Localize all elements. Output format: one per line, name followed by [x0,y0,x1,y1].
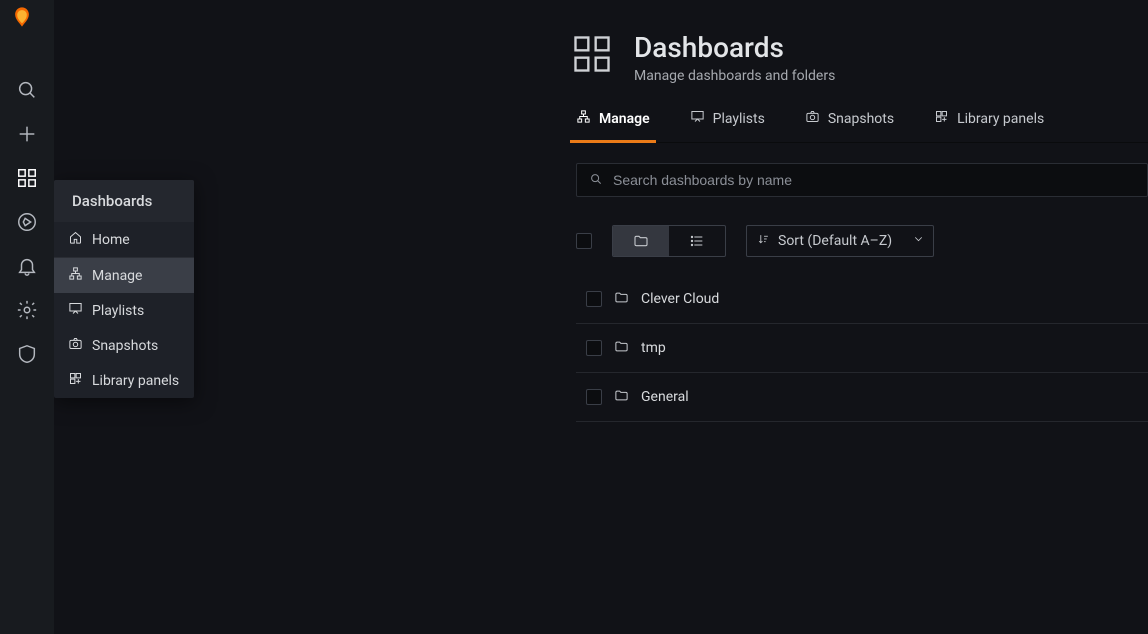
view-toggle [612,225,726,257]
row-checkbox[interactable] [586,389,602,405]
nav-admin-icon[interactable] [0,332,54,376]
flyout-item-label: Home [92,232,130,248]
tab-label: Snapshots [828,111,894,127]
nav-config-icon[interactable] [0,288,54,332]
tab-manage[interactable]: Manage [570,109,656,143]
nav-search-icon[interactable] [0,68,54,112]
sidebar-iconbar [0,0,54,634]
select-all-checkbox[interactable] [576,233,592,249]
tab-playlists[interactable]: Playlists [684,109,771,143]
nav-dashboards-icon[interactable] [0,156,54,200]
camera-icon [805,109,820,128]
view-folders-button[interactable] [613,226,669,256]
row-checkbox[interactable] [586,291,602,307]
search-icon [589,171,603,190]
flyout-item-playlists[interactable]: Playlists [54,293,194,328]
tabs: Manage Playlists Snapshots Library panel… [570,108,1148,143]
sitemap-icon [68,266,83,285]
sort-label: Sort (Default A–Z) [778,233,892,249]
flyout-item-snapshots[interactable]: Snapshots [54,328,194,363]
content: Sort (Default A–Z) Clever Cloud tmp Gene… [550,143,1148,422]
page-header: Dashboards Manage dashboards and folders [550,0,1148,84]
flyout-item-label: Manage [92,268,142,284]
sort-select[interactable]: Sort (Default A–Z) [746,225,934,257]
nav-explore-icon[interactable] [0,200,54,244]
page-subtitle: Manage dashboards and folders [634,68,835,84]
tab-library-panels[interactable]: Library panels [928,109,1050,143]
folder-icon [614,339,629,358]
folder-name: tmp [641,340,666,356]
chevron-down-icon [912,233,925,250]
flyout-item-home[interactable]: Home [54,222,194,257]
page-title: Dashboards [634,32,835,64]
camera-icon [68,336,83,355]
folder-row[interactable]: Clever Cloud [576,275,1148,324]
flyout-item-manage[interactable]: Manage [54,258,194,293]
folder-icon [614,388,629,407]
tab-label: Library panels [957,111,1044,127]
folder-icon [614,290,629,309]
flyout-item-label: Snapshots [92,338,158,354]
flyout-item-library-panels[interactable]: Library panels [54,363,194,398]
folder-row[interactable]: tmp [576,324,1148,373]
nav-alerting-icon[interactable] [0,244,54,288]
flyout-title: Dashboards [54,180,194,222]
main: Dashboards Manage dashboards and folders… [550,0,1148,634]
dashboards-icon [570,32,614,80]
nav-create-icon[interactable] [0,112,54,156]
list-toolbar: Sort (Default A–Z) [576,225,1148,257]
presentation-icon [68,301,83,320]
search-bar[interactable] [576,163,1148,197]
presentation-icon [690,109,705,128]
sort-icon [757,233,770,250]
home-icon [68,230,83,249]
view-list-button[interactable] [669,226,725,256]
grafana-logo[interactable] [11,6,43,38]
tab-snapshots[interactable]: Snapshots [799,109,900,143]
folder-name: Clever Cloud [641,291,719,307]
library-icon [934,109,949,128]
sitemap-icon [576,109,591,128]
search-input[interactable] [613,172,1135,188]
tab-label: Playlists [713,111,765,127]
library-icon [68,371,83,390]
row-checkbox[interactable] [586,340,602,356]
folder-name: General [641,389,689,405]
flyout-item-label: Playlists [92,303,144,319]
folder-list: Clever Cloud tmp General [576,275,1148,422]
tab-label: Manage [599,111,650,127]
sidebar-flyout: Dashboards Home Manage Playlists Snapsho… [54,180,194,398]
folder-row[interactable]: General [576,373,1148,422]
flyout-item-label: Library panels [92,373,179,389]
